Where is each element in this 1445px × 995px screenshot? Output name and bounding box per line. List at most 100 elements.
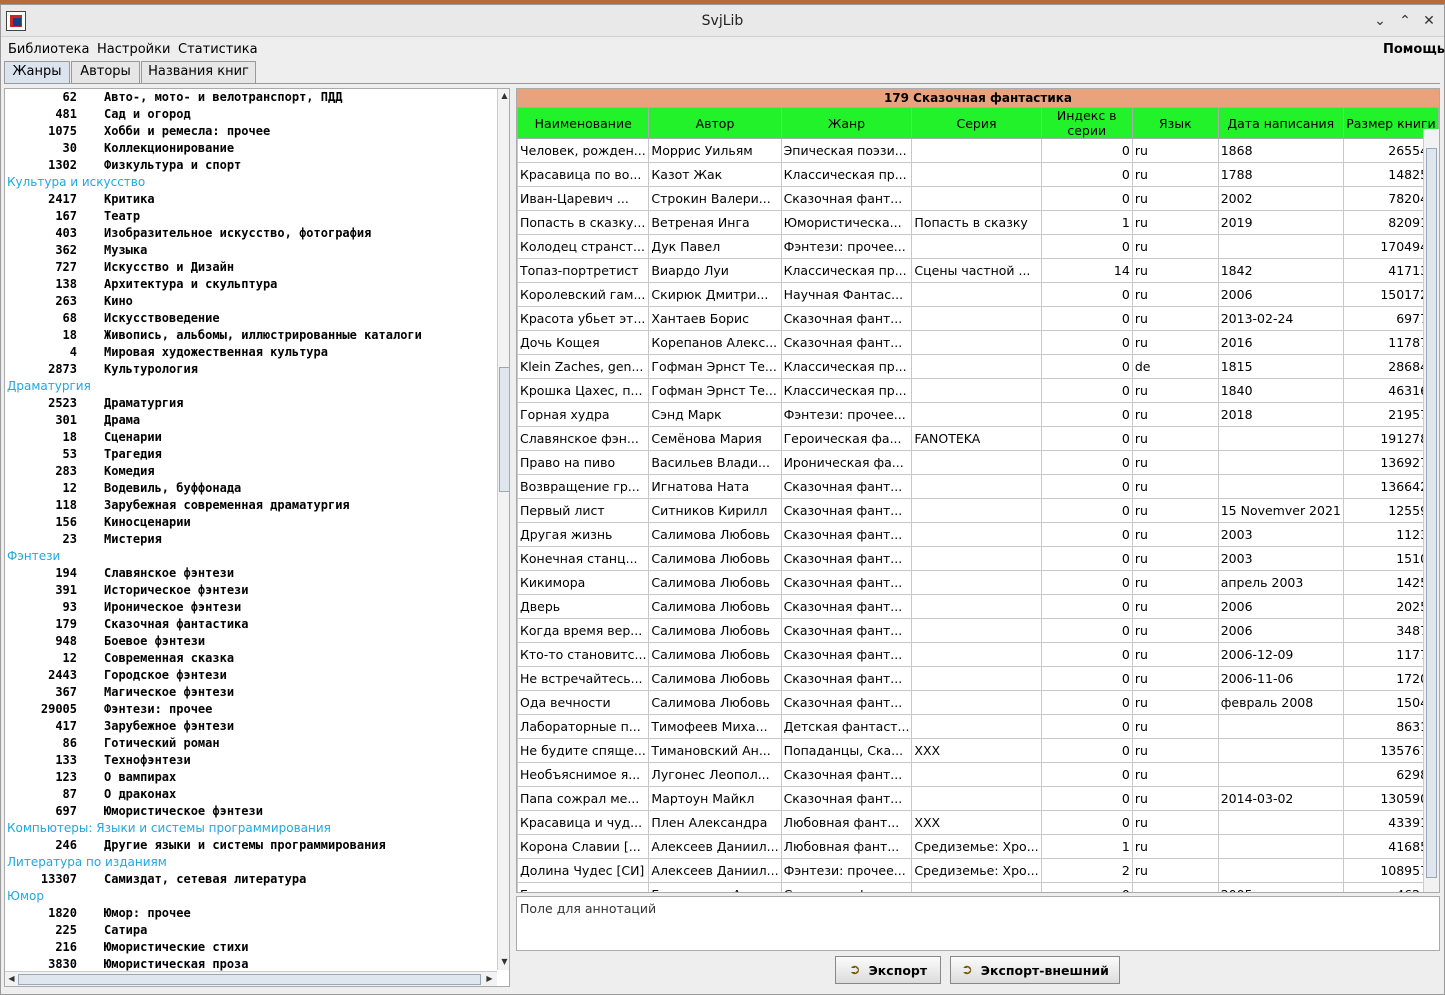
table-row[interactable]: Колодец странст... Дук Павел Фэнтези: проч… <box>517 234 1439 259</box>
table-row[interactable]: Красавица по во... Казот Жак Классическая … <box>517 162 1439 187</box>
menu-library[interactable]: Библиотека <box>8 42 90 57</box>
genre-category[interactable]: Фэнтези <box>5 548 495 565</box>
table-row[interactable]: Конечная станц... Салимова Любовь Сказочна… <box>517 546 1439 571</box>
table-row[interactable]: Было это или не ...Гореликова Алла...Ска… <box>517 882 1439 892</box>
genre-item[interactable]: 2523 Драматургия <box>5 395 495 412</box>
column-header[interactable]: Дата написания <box>1217 107 1344 139</box>
genre-item[interactable]: 2417 Критика <box>5 191 495 208</box>
books-vertical-scrollbar[interactable] <box>1423 129 1439 892</box>
table-row[interactable]: Ода вечности Салимова Любовь Сказочная фан… <box>517 690 1439 715</box>
table-row[interactable]: Красавица и чуд... Плен Александра Любовна… <box>517 810 1439 835</box>
genre-vertical-scrollbar[interactable]: ▲ ▼ <box>497 89 509 970</box>
genre-category[interactable]: Компьютеры: Языки и системы программиров… <box>5 820 495 837</box>
scroll-up-icon[interactable]: ▲ <box>498 91 509 100</box>
export-button[interactable]: ➲ Экспорт <box>835 956 941 984</box>
genre-item[interactable]: 87 О драконах <box>5 786 495 803</box>
table-row[interactable]: Не будите спяще... Тимановский Ан... Попад… <box>517 738 1439 763</box>
genre-item[interactable]: 2873 Культурология <box>5 361 495 378</box>
table-row[interactable]: Крошка Цахес, п... Гофман Эрнст Те... Клас… <box>517 378 1439 403</box>
genre-item[interactable]: 86 Готический роман <box>5 735 495 752</box>
genre-category[interactable]: Литература по изданиям <box>5 854 495 871</box>
genre-item[interactable]: 13307 Самиздат, сетевая литература <box>5 871 495 888</box>
genre-item[interactable]: 417 Зарубежное фэнтези <box>5 718 495 735</box>
tab-authors[interactable]: Авторы <box>71 61 140 83</box>
scroll-thumb[interactable] <box>499 367 509 492</box>
tab-genres[interactable]: Жанры <box>4 61 70 83</box>
close-icon[interactable]: ✕ <box>1420 12 1438 30</box>
genre-item[interactable]: 263 Кино <box>5 293 495 310</box>
column-header[interactable]: Индекс в серии <box>1040 107 1133 139</box>
genre-item[interactable]: 391 Историческое фэнтези <box>5 582 495 599</box>
genre-item[interactable]: 948 Боевое фэнтези <box>5 633 495 650</box>
genre-item[interactable]: 225 Сатира <box>5 922 495 939</box>
genre-item[interactable]: 362 Музыка <box>5 242 495 259</box>
genre-item[interactable]: 12 Современная сказка <box>5 650 495 667</box>
scroll-right-icon[interactable]: ▶ <box>483 974 496 983</box>
scroll-thumb[interactable] <box>1426 148 1437 878</box>
genre-item[interactable]: 68 Искусствоведение <box>5 310 495 327</box>
genre-horizontal-scrollbar[interactable]: ◀ ▶ <box>5 971 497 986</box>
genre-item[interactable]: 93 Ироническое фэнтези <box>5 599 495 616</box>
genre-item[interactable]: 156 Киносценарии <box>5 514 495 531</box>
genre-item[interactable]: 2443 Городское фэнтези <box>5 667 495 684</box>
genre-item[interactable]: 133 Технофэнтези <box>5 752 495 769</box>
genre-item[interactable]: 62 Авто-, мото- и велотранспорт, ПДД <box>5 89 495 106</box>
table-row[interactable]: Необъяснимое я... Лугонес Леопол... Сказоч… <box>517 762 1439 787</box>
tab-book-titles[interactable]: Названия книг <box>141 61 256 83</box>
genre-item[interactable]: 1302 Физкультура и спорт <box>5 157 495 174</box>
column-header[interactable]: Язык <box>1131 107 1219 139</box>
genre-item[interactable]: 1820 Юмор: прочее <box>5 905 495 922</box>
table-row[interactable]: Иван-Царевич ... Строкин Валери... Сказочн… <box>517 186 1439 211</box>
table-row[interactable]: Возвращение гр... Игнатова Ната Сказочная … <box>517 474 1439 499</box>
genre-item[interactable]: 246 Другие языки и системы программирован… <box>5 837 495 854</box>
genre-item[interactable]: 403 Изобразительное искусство, фотография <box>5 225 495 242</box>
column-header[interactable]: Серия <box>911 107 1042 139</box>
genre-item[interactable]: 118 Зарубежная современная драматургия <box>5 497 495 514</box>
column-header[interactable]: Автор <box>648 107 782 139</box>
genre-item[interactable]: 23 Мистерия <box>5 531 495 548</box>
table-row[interactable]: Долина Чудес [СИ] Алексеев Даниил... Фэнте… <box>517 858 1439 883</box>
chevron-down-icon[interactable]: ⌄ <box>1371 12 1389 30</box>
table-row[interactable]: Лабораторные п... Тимофеев Миха... Детская… <box>517 714 1439 739</box>
table-row[interactable]: Красота убьет эт... Хантаев Борис Сказочна… <box>517 306 1439 331</box>
genre-item[interactable]: 367 Магическое фэнтези <box>5 684 495 701</box>
genre-item[interactable]: 216 Юмористические стихи <box>5 939 495 956</box>
table-row[interactable]: Топаз-портретист Виардо Луи Классическая п… <box>517 258 1439 283</box>
table-row[interactable]: Дверь Салимова Любовь Сказочная фант... 0 ru… <box>517 594 1439 619</box>
annotation-field[interactable]: Поле для аннотаций <box>516 896 1440 951</box>
table-row[interactable]: Когда время вер... Салимова Любовь Сказочн… <box>517 618 1439 643</box>
genre-item[interactable]: 1075 Хобби и ремесла: прочее <box>5 123 495 140</box>
column-header[interactable]: Жанр <box>780 107 913 139</box>
genre-item[interactable]: 727 Искусство и Дизайн <box>5 259 495 276</box>
menu-statistics[interactable]: Статистика <box>178 42 258 57</box>
genre-item[interactable]: 283 Комедия <box>5 463 495 480</box>
scroll-left-icon[interactable]: ◀ <box>5 974 18 983</box>
table-row[interactable]: Кикимора Салимова Любовь Сказочная фант...… <box>517 570 1439 595</box>
table-row[interactable]: Попасть в сказку... Ветреная Инга Юмористи… <box>517 210 1439 235</box>
genre-item[interactable]: 194 Славянское фэнтези <box>5 565 495 582</box>
table-row[interactable]: Дочь Кощея Корепанов Алекс... Сказочная фа… <box>517 330 1439 355</box>
menu-help[interactable]: Помощь <box>1383 42 1445 57</box>
genre-item[interactable]: 12 Водевиль, буффонада <box>5 480 495 497</box>
table-row[interactable]: Право на пиво Васильев Влади... Ироническа… <box>517 450 1439 475</box>
table-row[interactable]: Славянское фэн... Семёнова Мария Героическ… <box>517 426 1439 451</box>
genre-item[interactable]: 138 Архитектура и скульптура <box>5 276 495 293</box>
genre-item[interactable]: 18 Живопись, альбомы, иллюстрированные ка… <box>5 327 495 344</box>
export-external-button[interactable]: ➲ Экспорт-внешний <box>950 956 1120 984</box>
table-row[interactable]: Папа сожрал ме... Мартоун Майкл Сказочная … <box>517 786 1439 811</box>
chevron-up-icon[interactable]: ⌃ <box>1396 12 1414 30</box>
column-header[interactable]: Наименование <box>517 107 650 139</box>
table-row[interactable]: Klein Zaches, gen... Гофман Эрнст Те... Кл… <box>517 354 1439 379</box>
menu-settings[interactable]: Настройки <box>97 42 170 57</box>
genre-item[interactable]: 123 О вампирах <box>5 769 495 786</box>
genre-item[interactable]: 179 Сказочная фантастика <box>5 616 495 633</box>
genre-category[interactable]: Культура и искусство <box>5 174 495 191</box>
genre-item[interactable]: 53 Трагедия <box>5 446 495 463</box>
genre-category[interactable]: Юмор <box>5 888 495 905</box>
scroll-down-icon[interactable]: ▼ <box>498 957 509 966</box>
genre-item[interactable]: 481 Сад и огород <box>5 106 495 123</box>
table-row[interactable]: Человек, рожден... Моррис Уильям Эпическая… <box>517 138 1439 163</box>
genre-item[interactable]: 29005 Фэнтези: прочее <box>5 701 495 718</box>
genre-item[interactable]: 697 Юмористическое фэнтези <box>5 803 495 820</box>
table-row[interactable]: Другая жизнь Салимова Любовь Сказочная фан… <box>517 522 1439 547</box>
